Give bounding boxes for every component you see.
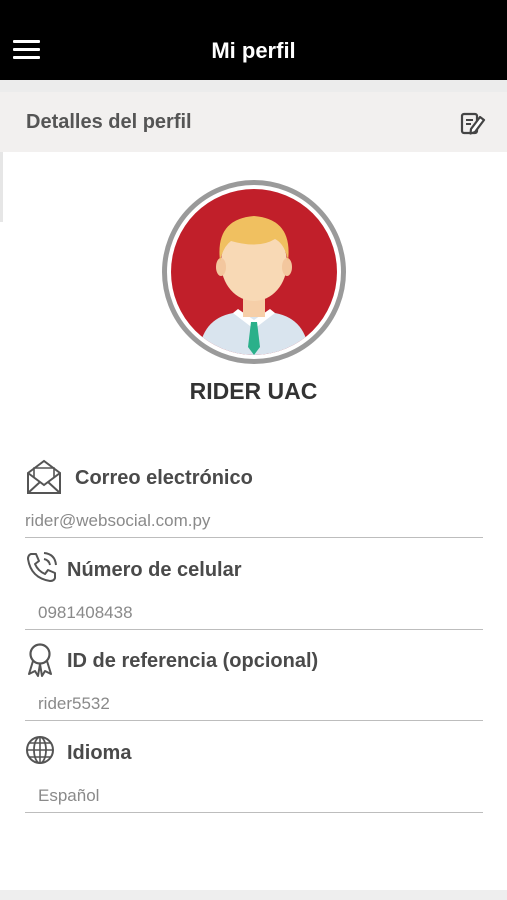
email-field[interactable]: Correo electrónico rider@websocial.com.p… <box>25 458 483 538</box>
award-ribbon-icon <box>25 641 63 679</box>
avatar[interactable] <box>162 180 346 364</box>
bottom-edge <box>0 890 507 900</box>
phone-value: 0981408438 <box>38 603 133 622</box>
envelope-icon <box>25 458 63 496</box>
language-value: Español <box>38 786 100 805</box>
language-field[interactable]: Idioma Español <box>25 733 483 813</box>
drawer-edge <box>0 152 3 222</box>
edit-icon[interactable] <box>457 108 487 138</box>
phone-icon <box>25 550 63 588</box>
page-title: Mi perfil <box>211 38 296 63</box>
globe-icon <box>25 733 63 771</box>
user-avatar-icon <box>171 189 337 355</box>
referral-id-value: rider5532 <box>38 694 110 713</box>
referral-id-label: ID de referencia (opcional) <box>67 650 319 672</box>
profile-details-header: Detalles del perfil <box>0 92 507 152</box>
language-label: Idioma <box>67 742 132 764</box>
phone-label: Número de celular <box>67 559 242 581</box>
user-name: RIDER UAC <box>189 378 318 404</box>
phone-field[interactable]: Número de celular 0981408438 <box>25 550 483 630</box>
app-header: Mi perfil <box>0 18 507 80</box>
section-title: Detalles del perfil <box>26 111 192 133</box>
status-bar <box>0 0 507 18</box>
header-divider <box>0 80 507 92</box>
email-label: Correo electrónico <box>75 467 253 489</box>
email-value: rider@websocial.com.py <box>25 511 211 530</box>
referral-id-field[interactable]: ID de referencia (opcional) rider5532 <box>25 641 483 721</box>
